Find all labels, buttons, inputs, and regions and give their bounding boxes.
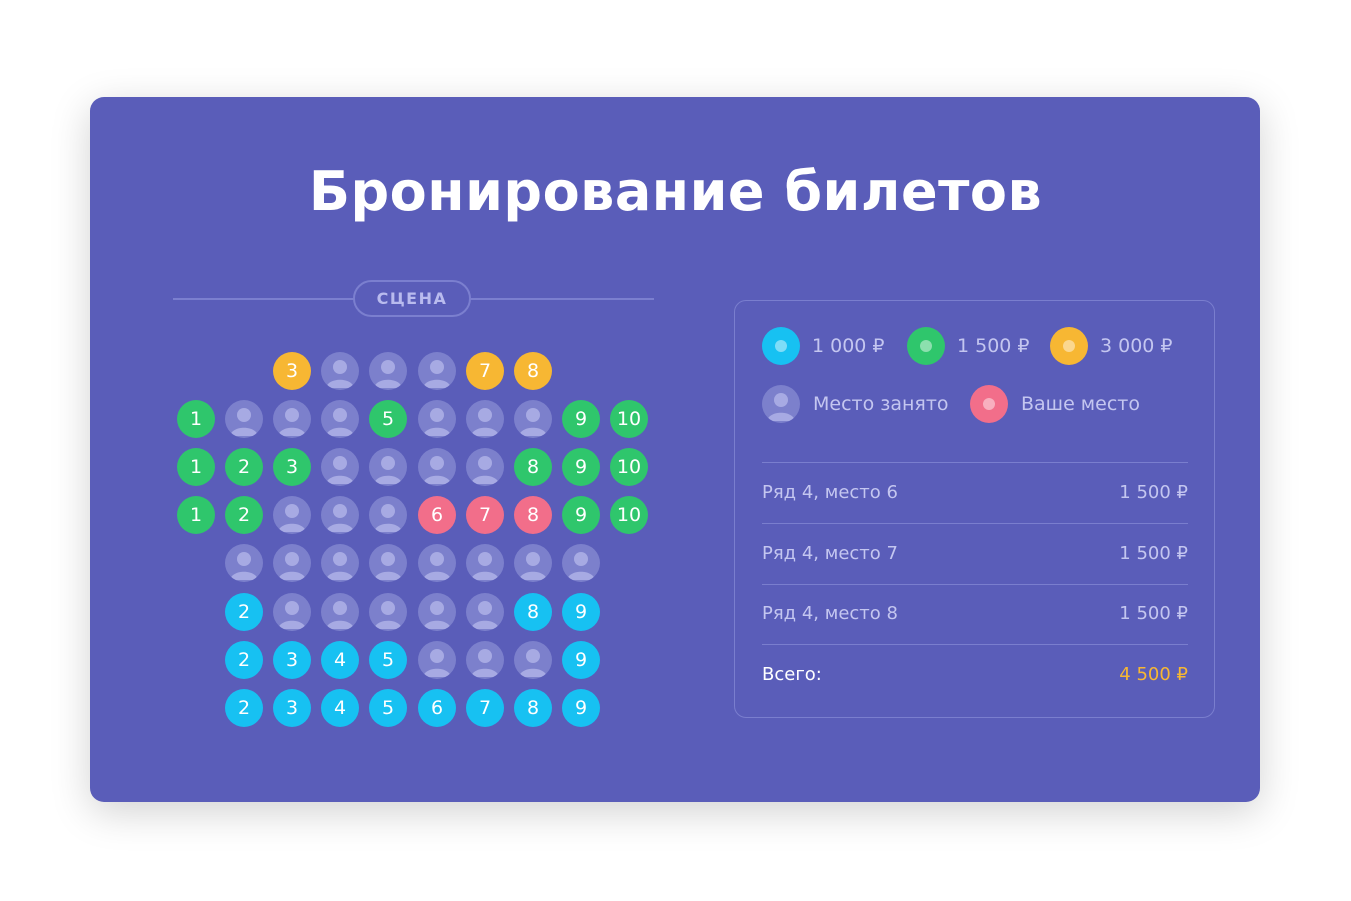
seat-green[interactable]: 9 [562, 496, 600, 534]
legend-yours-icon [970, 385, 1008, 423]
seat-taken-icon [369, 352, 407, 390]
seat-blue[interactable]: 5 [369, 689, 407, 727]
divider [762, 462, 1188, 463]
seat-taken-icon [418, 400, 456, 438]
seat-taken-icon [514, 400, 552, 438]
seat-taken-icon [418, 544, 456, 582]
seat-green[interactable]: 1 [177, 448, 215, 486]
selected-seat-label: Ряд 4, место 7 [762, 543, 898, 564]
legend-taken: Место занято [813, 393, 949, 415]
seat-blue[interactable]: 6 [418, 689, 456, 727]
seat-blue[interactable]: 3 [273, 641, 311, 679]
legend-green-icon [907, 327, 945, 365]
legend-blue-icon [762, 327, 800, 365]
seat-taken-icon [273, 593, 311, 631]
seat-taken-icon [514, 641, 552, 679]
divider [762, 644, 1188, 645]
seat-taken-icon [466, 448, 504, 486]
seat-blue[interactable]: 9 [562, 593, 600, 631]
seat-blue[interactable]: 8 [514, 689, 552, 727]
stage-label: СЦЕНА [353, 280, 471, 317]
seat-taken-icon [321, 400, 359, 438]
seat-green[interactable]: 2 [225, 496, 263, 534]
selected-seat-price: 1 500 ₽ [1119, 603, 1188, 624]
seat-yellow[interactable]: 3 [273, 352, 311, 390]
seat-taken-icon [321, 496, 359, 534]
seat-green[interactable]: 2 [225, 448, 263, 486]
seat-blue[interactable]: 7 [466, 689, 504, 727]
legend-taken-icon [762, 385, 800, 423]
seat-taken-icon [321, 593, 359, 631]
page-title: Бронирование билетов [308, 160, 1043, 223]
seat-taken-icon [273, 400, 311, 438]
seat-blue[interactable]: 9 [562, 641, 600, 679]
seat-pink[interactable]: 8 [514, 496, 552, 534]
stage-line-left [173, 298, 355, 300]
seat-blue[interactable]: 9 [562, 689, 600, 727]
selected-seat-label: Ряд 4, место 8 [762, 603, 898, 624]
seat-blue[interactable]: 4 [321, 641, 359, 679]
legend-yellow-icon [1050, 327, 1088, 365]
seat-blue[interactable]: 3 [273, 689, 311, 727]
seat-taken-icon [321, 544, 359, 582]
total-label: Всего: [762, 664, 822, 685]
seat-taken-icon [514, 544, 552, 582]
seat-yellow[interactable]: 7 [466, 352, 504, 390]
seat-taken-icon [418, 352, 456, 390]
seat-taken-icon [418, 641, 456, 679]
selected-seat-label: Ряд 4, место 6 [762, 482, 898, 503]
legend-price-2: 1 500 ₽ [957, 335, 1030, 357]
summary-panel [734, 300, 1215, 718]
seat-green[interactable]: 10 [610, 496, 648, 534]
seat-taken-icon [225, 400, 263, 438]
seat-green[interactable]: 8 [514, 448, 552, 486]
seat-green[interactable]: 9 [562, 448, 600, 486]
seat-taken-icon [369, 496, 407, 534]
seat-green[interactable]: 3 [273, 448, 311, 486]
seat-taken-icon [466, 641, 504, 679]
divider [762, 523, 1188, 524]
total-value: 4 500 ₽ [1119, 664, 1188, 685]
seat-blue[interactable]: 8 [514, 593, 552, 631]
seat-blue[interactable]: 4 [321, 689, 359, 727]
seat-blue[interactable]: 5 [369, 641, 407, 679]
seat-taken-icon [466, 544, 504, 582]
seat-green[interactable]: 5 [369, 400, 407, 438]
seat-taken-icon [466, 400, 504, 438]
seat-taken-icon [225, 544, 263, 582]
seat-pink[interactable]: 7 [466, 496, 504, 534]
seat-blue[interactable]: 2 [225, 593, 263, 631]
seat-green[interactable]: 10 [610, 448, 648, 486]
legend-price-3: 3 000 ₽ [1100, 335, 1173, 357]
seat-blue[interactable]: 2 [225, 641, 263, 679]
seat-taken-icon [369, 448, 407, 486]
divider [762, 584, 1188, 585]
seat-green[interactable]: 10 [610, 400, 648, 438]
seat-taken-icon [321, 448, 359, 486]
selected-seat-price: 1 500 ₽ [1119, 482, 1188, 503]
seat-yellow[interactable]: 8 [514, 352, 552, 390]
seat-taken-icon [369, 544, 407, 582]
seat-green[interactable]: 1 [177, 400, 215, 438]
seat-taken-icon [321, 352, 359, 390]
stage-line-right [470, 298, 654, 300]
legend-yours: Ваше место [1021, 393, 1140, 415]
seat-taken-icon [369, 593, 407, 631]
seat-green[interactable]: 1 [177, 496, 215, 534]
seat-taken-icon [418, 448, 456, 486]
seat-blue[interactable]: 2 [225, 689, 263, 727]
selected-seat-price: 1 500 ₽ [1119, 543, 1188, 564]
seat-taken-icon [418, 593, 456, 631]
seat-green[interactable]: 9 [562, 400, 600, 438]
seat-taken-icon [273, 496, 311, 534]
seat-taken-icon [562, 544, 600, 582]
seat-pink[interactable]: 6 [418, 496, 456, 534]
seat-taken-icon [273, 544, 311, 582]
seat-taken-icon [466, 593, 504, 631]
legend-price-1: 1 000 ₽ [812, 335, 885, 357]
